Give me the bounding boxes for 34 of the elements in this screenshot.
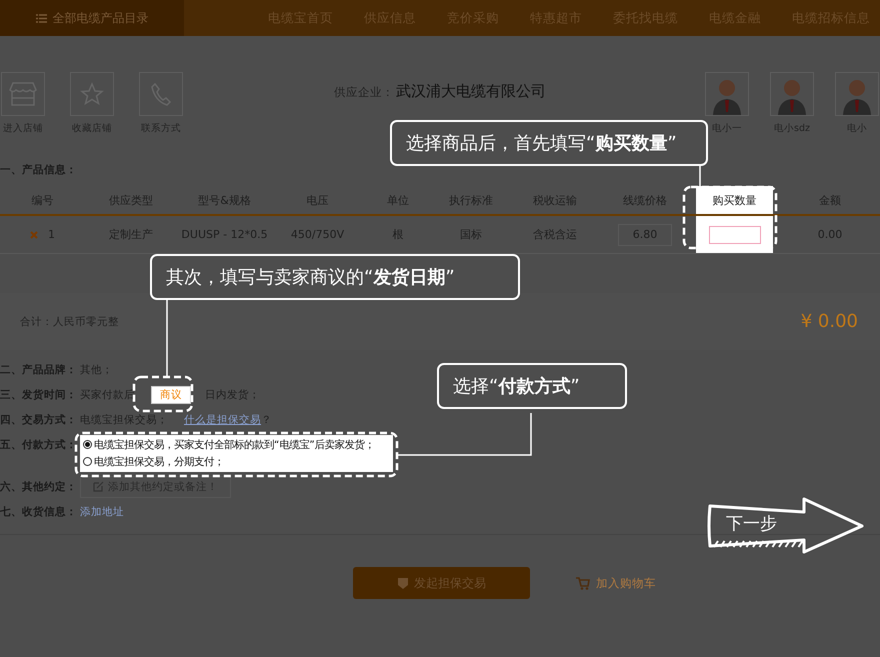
store-icon [8, 81, 38, 107]
shield-icon [397, 576, 409, 590]
add-address-link[interactable]: 添加地址 [80, 504, 124, 518]
category-menu[interactable]: 全部电缆产品目录 [0, 0, 184, 36]
avatar-icon [705, 72, 749, 116]
radio-button[interactable] [83, 457, 92, 466]
add-to-cart-link[interactable]: 加入购物车 [576, 576, 656, 590]
negotiate-button[interactable]: 商议 [151, 386, 191, 404]
payment-option-label[interactable]: 电缆宝担保交易，买家支付全部标的款到“电缆宝”后卖家发货； [94, 438, 375, 452]
radio-button[interactable] [83, 440, 92, 449]
cart-icon [576, 576, 590, 590]
question-mark: ？ [261, 412, 272, 426]
leader-line [699, 164, 701, 187]
shop-action-button[interactable] [139, 72, 183, 116]
supplier-name: 武汉浦大电缆有限公司 [396, 82, 546, 101]
avatar-icon [770, 72, 814, 116]
avatar-icon [835, 72, 879, 116]
guide-callout: 选择“付款方式” [437, 363, 627, 409]
edit-icon [93, 481, 104, 492]
total-amount: ¥ 0.00 [800, 311, 858, 332]
shop-action-button[interactable] [1, 72, 45, 116]
shop-action-button[interactable] [70, 72, 114, 116]
highlight-frame [132, 376, 194, 412]
phone-icon [150, 82, 172, 106]
star-icon [80, 82, 104, 106]
remove-icon[interactable] [30, 230, 38, 238]
category-menu-label[interactable]: 全部电缆产品目录 [52, 10, 148, 26]
payment-option-label[interactable]: 电缆宝担保交易，分期支付； [94, 454, 224, 468]
quantity-input[interactable] [708, 226, 760, 244]
list-icon [36, 14, 46, 22]
guide-callout: 选择商品后，首先填写“购买数量” [390, 120, 708, 166]
guarantee-link[interactable]: 什么是担保交易 [184, 412, 261, 426]
guide-callout: 其次，填写与卖家商议的“发货日期” [150, 254, 520, 300]
column-header: 购买数量 [696, 186, 773, 214]
